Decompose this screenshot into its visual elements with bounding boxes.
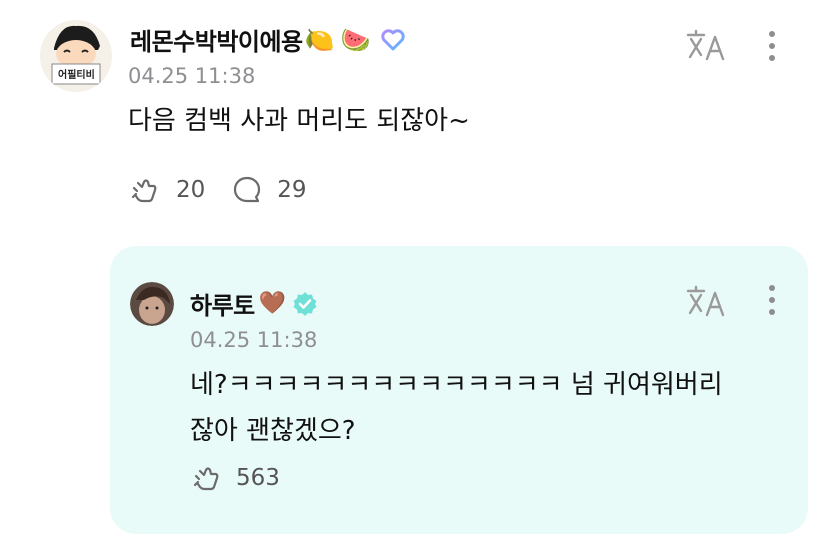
like-hand-icon xyxy=(128,174,160,206)
post-author-name[interactable]: 레몬수박박이에용 xyxy=(130,22,303,57)
reply-timestamp: 04.25 11:38 xyxy=(190,328,318,352)
reply-author-name[interactable]: 하루토 xyxy=(190,286,255,321)
reply-author-avatar[interactable] xyxy=(130,282,174,326)
reply-text-line-1: 네?ㅋㅋㅋㅋㅋㅋㅋㅋㅋㅋㅋㅋㅋㅋ 넘 귀여워버리 xyxy=(190,370,723,400)
profile-photo-image xyxy=(130,282,174,326)
post-like-button[interactable]: 20 xyxy=(128,174,205,206)
reply-text-line-2: 잖아 괜찮겠으? xyxy=(190,416,356,446)
verified-badge-icon xyxy=(292,291,318,317)
post-translate-button[interactable] xyxy=(684,26,728,66)
reply-like-count: 563 xyxy=(236,465,280,491)
post-timestamp: 04.25 11:38 xyxy=(128,64,256,88)
cartoon-avatar-image xyxy=(40,20,112,92)
reply-author-row: 하루토 🤎 xyxy=(190,286,318,321)
translate-icon xyxy=(685,285,727,319)
artist-reply-card: 하루토 🤎 04.25 11:38 네?ㅋㅋㅋㅋㅋㅋㅋㅋㅋㅋㅋㅋㅋㅋ 넘 귀여워… xyxy=(110,246,808,534)
reply-more-button[interactable] xyxy=(758,282,786,318)
post-author-row: 레몬수박박이에용 🍋 🍉 xyxy=(130,22,406,57)
post-like-count: 20 xyxy=(176,177,206,203)
post-comment-count: 29 xyxy=(277,177,307,203)
post-author-avatar[interactable]: 어필티비 xyxy=(40,20,112,92)
translate-icon xyxy=(685,29,727,63)
post-comment-button[interactable]: 29 xyxy=(231,174,307,206)
avatar-sign-text: 어필티비 xyxy=(58,70,95,81)
lemon-emoji: 🍋 xyxy=(304,25,335,54)
post-text: 다음 컴백 사과 머리도 되잖아~ xyxy=(128,106,470,136)
membership-badge-icon xyxy=(380,27,406,53)
reply-actions: 563 xyxy=(190,462,280,494)
comment-bubble-icon xyxy=(231,174,263,206)
reply-text: 네?ㅋㅋㅋㅋㅋㅋㅋㅋㅋㅋㅋㅋㅋㅋ 넘 귀여워버리 잖아 괜찮겠으? xyxy=(190,362,790,454)
brown-heart-emoji: 🤎 xyxy=(258,291,287,316)
reply-like-button[interactable]: 563 xyxy=(190,462,280,494)
more-vertical-icon xyxy=(768,284,776,316)
post-actions: 20 29 xyxy=(128,174,307,206)
reply-translate-button[interactable] xyxy=(684,282,728,322)
more-vertical-icon xyxy=(768,30,776,62)
like-hand-icon xyxy=(190,462,222,494)
watermelon-emoji: 🍉 xyxy=(340,25,371,54)
post-more-button[interactable] xyxy=(758,28,786,64)
